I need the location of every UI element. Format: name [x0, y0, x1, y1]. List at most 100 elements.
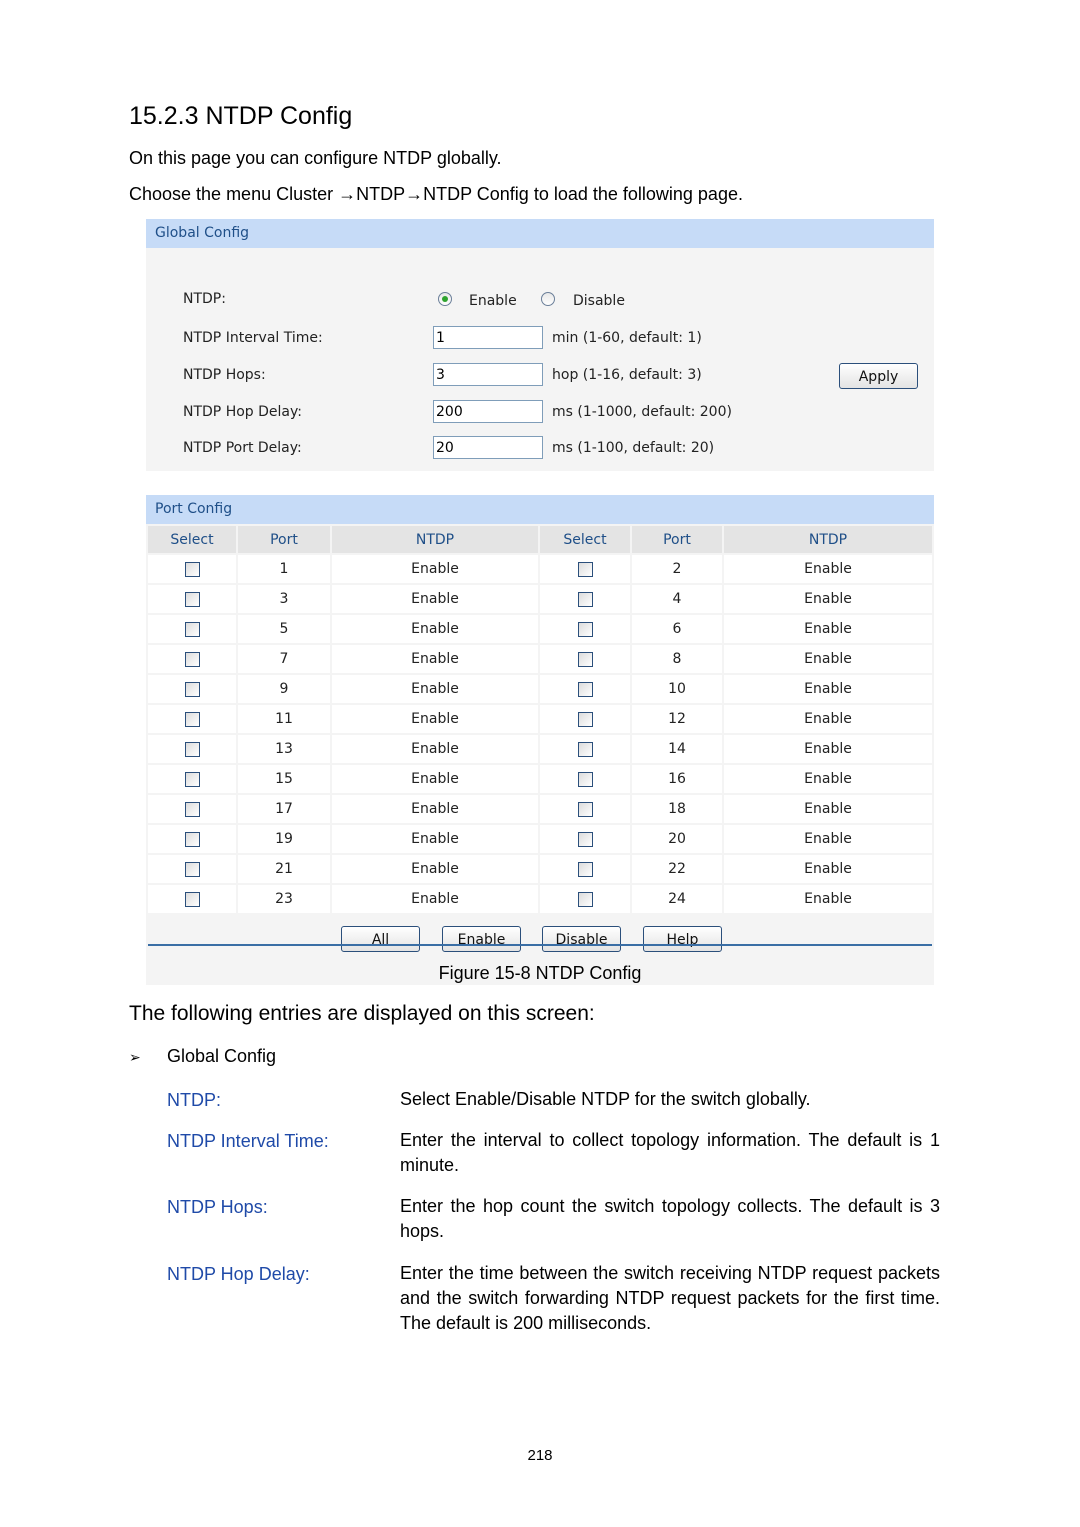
port-number-cell: 5 [238, 615, 330, 643]
ntdp-disable-radio[interactable] [541, 292, 555, 306]
port-config-header: Port Config [146, 495, 934, 524]
port-number-cell: 18 [632, 795, 722, 823]
select-checkbox-port-2[interactable] [577, 561, 593, 577]
figure-caption: Figure 15-8 NTDP Config [438, 963, 642, 983]
select-checkbox-port-6[interactable] [577, 621, 593, 637]
ntdp-config-screenshot: Global Config NTDP: Enable Disable NTDP … [146, 219, 934, 985]
select-cell [148, 705, 236, 733]
global-config-body: NTDP: Enable Disable NTDP Interval Time:… [146, 248, 934, 471]
col-ntdp-right: NTDP [724, 526, 932, 553]
port-number-cell: 4 [632, 585, 722, 613]
ntdp-status-cell: Enable [332, 855, 538, 883]
apply-button[interactable]: Apply [839, 363, 918, 389]
port-delay-input[interactable] [433, 436, 543, 459]
select-checkbox-port-24[interactable] [577, 891, 593, 907]
select-cell [540, 795, 630, 823]
port-table: Select Port NTDP Select Port NTDP 1 Enabl… [146, 524, 934, 915]
select-checkbox-port-22[interactable] [577, 861, 593, 877]
hop-delay-label: NTDP Hop Delay: [183, 404, 302, 420]
port-table-header-row: Select Port NTDP Select Port NTDP [148, 526, 932, 553]
hops-input[interactable] [433, 363, 543, 386]
select-cell [148, 735, 236, 763]
select-checkbox-port-1[interactable] [184, 561, 200, 577]
port-table-row: 1 Enable 2 Enable [148, 555, 932, 583]
port-config-body: Select Port NTDP Select Port NTDP 1 Enabl… [146, 524, 934, 985]
select-checkbox-port-19[interactable] [184, 831, 200, 847]
ntdp-status-cell: Enable [332, 705, 538, 733]
select-checkbox-port-10[interactable] [577, 681, 593, 697]
desc-ntdp: Select Enable/Disable NTDP for the switc… [400, 1089, 811, 1109]
disable-button[interactable]: Disable [542, 926, 621, 952]
select-cell [540, 705, 630, 733]
desc-hops: Enter the hop count the switch topology … [400, 1196, 940, 1241]
enable-button[interactable]: Enable [442, 926, 521, 952]
ntdp-status-cell: Enable [724, 825, 932, 853]
interval-time-input[interactable] [433, 326, 543, 349]
port-table-row: 11 Enable 12 Enable [148, 705, 932, 733]
port-number-cell: 8 [632, 645, 722, 673]
port-number-cell: 17 [238, 795, 330, 823]
ntdp-status-cell: Enable [332, 765, 538, 793]
col-select-right: Select [540, 526, 630, 553]
ntdp-status-cell: Enable [724, 855, 932, 883]
port-number-cell: 22 [632, 855, 722, 883]
select-checkbox-port-3[interactable] [184, 591, 200, 607]
select-checkbox-port-21[interactable] [184, 861, 200, 877]
port-number-cell: 24 [632, 885, 722, 913]
select-checkbox-port-9[interactable] [184, 681, 200, 697]
hop-delay-input[interactable] [433, 400, 543, 423]
ntdp-status-cell: Enable [332, 825, 538, 853]
ntdp-enable-label: Enable [469, 293, 517, 309]
select-checkbox-port-13[interactable] [184, 741, 200, 757]
select-checkbox-port-15[interactable] [184, 771, 200, 787]
col-select-left: Select [148, 526, 236, 553]
select-checkbox-port-4[interactable] [577, 591, 593, 607]
ntdp-status-cell: Enable [724, 885, 932, 913]
ntdp-status-cell: Enable [724, 615, 932, 643]
col-port-right: Port [632, 526, 722, 553]
select-checkbox-port-14[interactable] [577, 741, 593, 757]
port-table-row: 23 Enable 24 Enable [148, 885, 932, 913]
ntdp-status-cell: Enable [332, 555, 538, 583]
port-delay-hint: ms (1-100, default: 20) [552, 440, 715, 456]
select-checkbox-port-8[interactable] [577, 651, 593, 667]
select-checkbox-port-7[interactable] [184, 651, 200, 667]
ntdp-status-cell: Enable [332, 735, 538, 763]
col-port-left: Port [238, 526, 330, 553]
ntdp-disable-label: Disable [573, 293, 625, 309]
select-checkbox-port-17[interactable] [184, 801, 200, 817]
ntdp-status-cell: Enable [332, 795, 538, 823]
all-button[interactable]: All [341, 926, 420, 952]
port-number-cell: 23 [238, 885, 330, 913]
port-table-row: 13 Enable 14 Enable [148, 735, 932, 763]
arrow-bullet-icon: ➢ [129, 1049, 141, 1065]
col-ntdp-left: NTDP [332, 526, 538, 553]
ntdp-status-cell: Enable [724, 675, 932, 703]
port-number-cell: 21 [238, 855, 330, 883]
select-checkbox-port-11[interactable] [184, 711, 200, 727]
ntdp-enable-radio[interactable] [438, 292, 452, 306]
select-cell [540, 735, 630, 763]
select-checkbox-port-18[interactable] [577, 801, 593, 817]
port-number-cell: 3 [238, 585, 330, 613]
help-button[interactable]: Help [643, 926, 722, 952]
section-gap [146, 471, 934, 495]
select-checkbox-port-23[interactable] [184, 891, 200, 907]
select-checkbox-port-20[interactable] [577, 831, 593, 847]
page-number: 218 [527, 1447, 553, 1464]
intro-text: On this page you can configure NTDP glob… [129, 148, 502, 168]
bullet-label: Global Config [167, 1046, 277, 1066]
select-cell [540, 855, 630, 883]
ntdp-status-cell: Enable [724, 795, 932, 823]
select-cell [540, 885, 630, 913]
ntdp-status-cell: Enable [332, 585, 538, 613]
ntdp-status-cell: Enable [724, 765, 932, 793]
hop-delay-hint: ms (1-1000, default: 200) [552, 404, 732, 420]
entries-heading: The following entries are displayed on t… [129, 1002, 595, 1025]
select-checkbox-port-12[interactable] [577, 711, 593, 727]
term-hop-delay: NTDP Hop Delay: [167, 1264, 310, 1284]
select-checkbox-port-5[interactable] [184, 621, 200, 637]
port-table-row: 3 Enable 4 Enable [148, 585, 932, 613]
select-checkbox-port-16[interactable] [577, 771, 593, 787]
select-cell [148, 645, 236, 673]
